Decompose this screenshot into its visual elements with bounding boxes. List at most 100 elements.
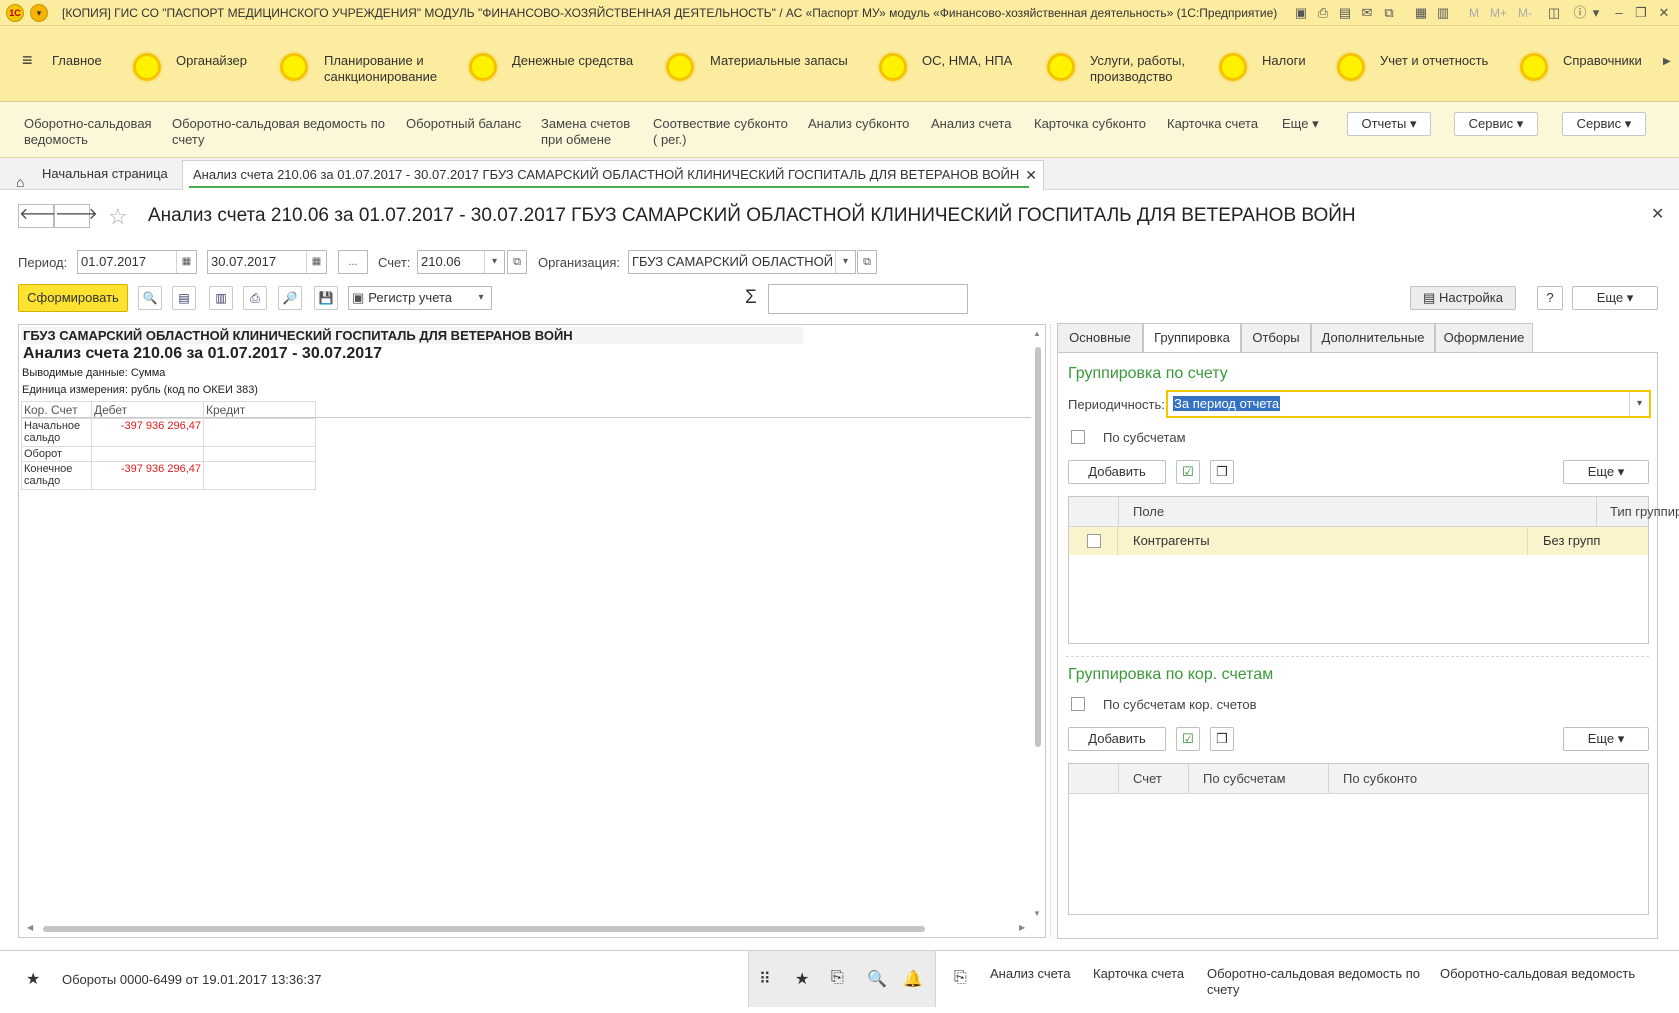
expand-groups-icon[interactable]: ▤ [172, 286, 196, 310]
related-link[interactable]: Оборотно-сальдовая ведомость [1440, 966, 1635, 982]
scroll-down-icon[interactable]: ▼ [1033, 909, 1041, 918]
command-link[interactable]: Анализ субконто [808, 116, 909, 132]
scroll-up-icon[interactable]: ▲ [1033, 329, 1041, 338]
memory-m-button[interactable]: M [1469, 6, 1479, 20]
link-icon[interactable]: ⧉ [1381, 5, 1397, 21]
table-row[interactable]: Контрагенты Без групп [1069, 527, 1648, 555]
horizontal-scrollbar[interactable] [43, 926, 925, 932]
close-tab-icon[interactable]: ✕ [1025, 161, 1037, 189]
period-select-button[interactable]: ... [338, 250, 368, 274]
tab-account-analysis[interactable]: Анализ счета 210.06 за 01.07.2017 - 30.0… [182, 160, 1044, 190]
tab-basic[interactable]: Основные [1057, 323, 1143, 353]
row-debit[interactable]: -397 936 296,47 [91, 461, 204, 490]
tab-additional[interactable]: Дополнительные [1311, 323, 1435, 353]
print-icon[interactable]: ⎙ [243, 286, 267, 310]
grid-header-cell[interactable]: По субсчетам [1189, 764, 1329, 793]
check-all-icon[interactable]: ☑ [1176, 727, 1200, 751]
chevron-down-icon[interactable]: ▾ [484, 251, 504, 273]
add-corr-grouping-button[interactable]: Добавить [1068, 727, 1166, 751]
preview-icon[interactable]: ▤ [1337, 5, 1353, 21]
organization-field[interactable]: ГБУЗ САМАРСКИЙ ОБЛАСТНОЙ ▾ [628, 250, 856, 274]
calculator-icon[interactable]: ▦ [1413, 5, 1429, 21]
info-dropdown-icon[interactable]: ▾ [1588, 5, 1604, 21]
app-logo-icon[interactable]: 1С [6, 4, 24, 22]
close-window-icon[interactable]: ✕ [1656, 5, 1672, 21]
more-corr-button[interactable]: Еще ▾ [1563, 727, 1649, 751]
chevron-down-icon[interactable]: ▾ [1629, 392, 1649, 416]
uncheck-all-icon[interactable]: ❐ [1210, 727, 1234, 751]
scroll-left-icon[interactable]: ◀ [27, 923, 33, 932]
uncheck-all-icon[interactable]: ❐ [1210, 460, 1234, 484]
grid-header-cell[interactable]: По субконто [1329, 764, 1648, 793]
command-link[interactable]: Оборотный баланс [406, 116, 521, 132]
grid-header-cell[interactable]: Счет [1119, 764, 1189, 793]
command-link[interactable]: Карточка счета [1167, 116, 1258, 132]
save-icon[interactable]: ▣ [1293, 5, 1309, 21]
periodicity-field[interactable]: За период отчета ▾ [1166, 390, 1651, 418]
tab-home[interactable]: ⌂ Начальная страница [0, 158, 182, 190]
notifications-icon[interactable]: 🔔 [903, 969, 923, 989]
restore-icon[interactable]: ❐ [1633, 5, 1649, 21]
scroll-right-icon[interactable]: ▶ [1019, 923, 1025, 932]
grid-header-cell[interactable]: Поле [1119, 497, 1597, 526]
memory-plus-button[interactable]: M+ [1490, 6, 1507, 20]
register-select[interactable]: ▣ Регистр учета ▾ [348, 286, 492, 310]
hamburger-icon[interactable]: ≡ [22, 50, 33, 71]
by-subaccounts-checkbox[interactable] [1071, 430, 1085, 444]
collapse-groups-icon[interactable]: ▥ [209, 286, 233, 310]
preview-icon[interactable]: 🔎 [278, 286, 302, 310]
more-grouping-button[interactable]: Еще ▾ [1563, 460, 1649, 484]
reports-button[interactable]: Отчеты ▾ [1347, 112, 1431, 136]
star-icon[interactable]: ★ [26, 969, 40, 989]
main-menu-icon[interactable]: ▾ [30, 4, 48, 22]
calendar-icon[interactable]: ▦ [306, 251, 326, 273]
row-debit[interactable]: -397 936 296,47 [91, 418, 204, 447]
help-button[interactable]: ? [1537, 286, 1563, 310]
attach-icon[interactable]: ✉ [1359, 5, 1375, 21]
panels-icon[interactable]: ◫ [1546, 5, 1562, 21]
command-link[interactable]: Оборотно-сальдовая ведомость по счету [172, 116, 385, 148]
favorites-icon[interactable]: ★ [795, 969, 809, 989]
chevron-down-icon[interactable]: ▾ [835, 251, 855, 273]
memory-minus-button[interactable]: M- [1518, 6, 1532, 20]
scroll-right-icon[interactable]: ▶ [1663, 56, 1671, 67]
vertical-scrollbar[interactable] [1035, 347, 1041, 747]
account-field[interactable]: 210.06 ▾ [417, 250, 505, 274]
tab-filters[interactable]: Отборы [1241, 323, 1311, 353]
date-to-field[interactable]: 30.07.2017 ▦ [207, 250, 327, 274]
command-link[interactable]: Карточка субконто [1034, 116, 1146, 132]
row-credit[interactable] [203, 418, 316, 447]
row-debit[interactable] [91, 446, 204, 462]
service-button-2[interactable]: Сервис ▾ [1562, 112, 1646, 136]
sum-field[interactable] [768, 284, 968, 314]
calendar-icon[interactable]: ▥ [1435, 5, 1451, 21]
by-corr-subaccounts-checkbox[interactable] [1071, 697, 1085, 711]
open-organization-icon[interactable]: ⧉ [857, 250, 877, 274]
back-button[interactable]: 🡐 [18, 204, 62, 228]
close-form-icon[interactable]: ✕ [1651, 204, 1664, 224]
history-icon[interactable]: ⎘ [831, 969, 844, 987]
print-icon[interactable]: ⎙ [1315, 5, 1331, 21]
add-grouping-button[interactable]: Добавить [1068, 460, 1166, 484]
apps-grid-icon[interactable]: ⠿ [759, 969, 771, 989]
service-button[interactable]: Сервис ▾ [1454, 112, 1538, 136]
history-item[interactable]: Обороты 0000-6499 от 19.01.2017 13:36:37 [62, 972, 321, 988]
related-link[interactable]: Оборотно-сальдовая ведомость по счету [1207, 966, 1420, 998]
date-from-field[interactable]: 01.07.2017 ▦ [77, 250, 197, 274]
report-document[interactable]: ГБУЗ САМАРСКИЙ ОБЛАСТНОЙ КЛИНИЧЕСКИЙ ГОС… [18, 324, 1046, 938]
calendar-icon[interactable]: ▦ [176, 251, 196, 273]
command-link[interactable]: Оборотно-сальдовая ведомость [24, 116, 152, 148]
info-icon[interactable]: ⓘ [1572, 5, 1588, 21]
settings-button[interactable]: ▤ Настройка [1410, 286, 1516, 310]
row-credit[interactable] [203, 461, 316, 490]
more-button[interactable]: Еще ▾ [1572, 286, 1658, 310]
generate-button[interactable]: Сформировать [18, 284, 128, 312]
panel-splitter[interactable] [1050, 324, 1054, 938]
check-all-icon[interactable]: ☑ [1176, 460, 1200, 484]
row-credit[interactable] [203, 446, 316, 462]
related-link[interactable]: Анализ счета [990, 966, 1070, 982]
minimize-icon[interactable]: – [1611, 5, 1627, 21]
search-icon[interactable]: 🔍 [138, 286, 162, 310]
tab-appearance[interactable]: Оформление [1435, 323, 1533, 353]
search-icon[interactable]: 🔍 [867, 969, 887, 989]
